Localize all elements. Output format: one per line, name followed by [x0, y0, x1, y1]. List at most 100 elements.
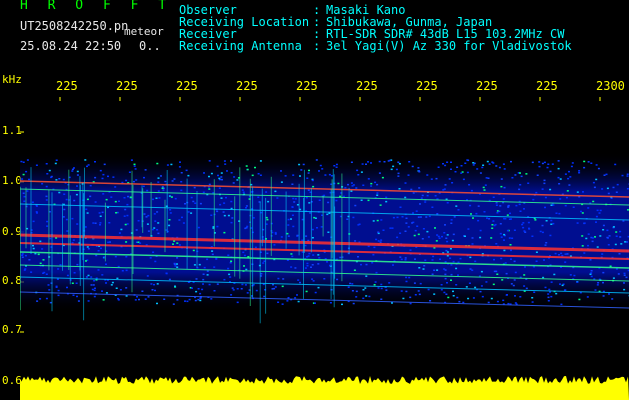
spectrum-speckle: [352, 302, 355, 305]
spectrum-speckle: [145, 216, 148, 218]
spectrum-speckle: [444, 261, 447, 263]
y-axis-unit: kHz: [2, 73, 22, 86]
spectrum-speckle: [157, 190, 160, 192]
spectrum-speckle: [434, 227, 436, 229]
spectrum-speckle: [449, 257, 452, 259]
spectrum-speckle: [421, 194, 424, 197]
spectrum-speckle: [300, 169, 303, 171]
spectrum-speckle: [241, 189, 244, 191]
spectrum-speckle: [76, 223, 79, 225]
spectrum-speckle: [435, 177, 438, 180]
spectrum-speckle: [578, 298, 581, 301]
spectrum-speckle: [389, 227, 392, 229]
spectrum-speckle: [98, 212, 101, 214]
spectrum-speckle: [467, 297, 470, 300]
spectrum-speckle: [541, 188, 544, 190]
spectrum-speckle: [542, 276, 545, 279]
spectrum-speckle: [557, 176, 560, 179]
spectrum-speckle: [143, 213, 146, 215]
spectrum-speckle: [22, 161, 25, 163]
spectrum-speckle: [21, 178, 24, 180]
spectrum-speckle: [560, 252, 563, 255]
spectrum-speckle: [220, 176, 223, 178]
spectrum-speckle: [597, 282, 600, 284]
spectrum-speckle: [527, 182, 530, 184]
spectrum-speckle: [291, 206, 294, 208]
spectrum-speckle: [431, 206, 434, 208]
spectrum-speckle: [451, 239, 454, 242]
spectrum-speckle: [157, 181, 160, 183]
spectrum-speckle: [547, 293, 550, 295]
spectrum-speckle: [259, 174, 262, 176]
spectrum-speckle: [472, 217, 474, 219]
spectrum-speckle: [499, 223, 502, 225]
spectrum-speckle: [550, 223, 553, 225]
spectrum-speckle: [385, 289, 388, 291]
spectrum-speckle: [484, 184, 487, 186]
spectrum-speckle: [180, 189, 183, 192]
spectrum-speckle: [452, 295, 455, 297]
spectrum-speckle: [164, 180, 167, 183]
spectrum-speckle: [144, 298, 147, 300]
spectrum-speckle: [151, 228, 154, 231]
spectrum-speckle: [178, 219, 181, 221]
spectrum-speckle: [128, 171, 131, 173]
spectrum-speckle: [578, 172, 581, 174]
spectrum-speckle: [590, 162, 593, 164]
spectrum-speckle: [84, 159, 87, 161]
spectrum-speckle: [230, 294, 233, 296]
spectrum-speckle: [243, 254, 246, 257]
spectrum-speckle: [199, 299, 202, 302]
spectrum-speckle: [623, 274, 626, 276]
spectrum-speckle: [547, 163, 550, 165]
spectrum-speckle: [136, 296, 138, 298]
spectrum-speckle: [503, 168, 506, 170]
spectrum-speckle: [471, 243, 474, 245]
spectrum-speckle: [197, 298, 200, 301]
spectrum-speckle: [193, 264, 196, 266]
spectrum-speckle: [400, 258, 403, 261]
spectrum-speckle: [329, 302, 332, 304]
spectrum-speckle: [594, 289, 597, 291]
spectrum-speckle: [500, 185, 503, 188]
spectrum-speckle: [350, 161, 353, 163]
spectrum-speckle: [488, 218, 491, 220]
spectrum-speckle: [624, 241, 627, 243]
spectrum-speckle: [541, 162, 544, 165]
spectrum-speckle: [86, 165, 88, 168]
spectrum-speckle: [313, 216, 316, 219]
spectrum-speckle: [149, 257, 152, 259]
spectrum-speckle: [89, 184, 92, 187]
spectrum-speckle: [462, 178, 465, 181]
spectrum-speckle: [444, 184, 447, 186]
spectrum-speckle: [411, 222, 414, 224]
spectrum-speckle: [504, 262, 507, 264]
spectrum-speckle: [625, 276, 628, 279]
spectrum-speckle: [522, 226, 525, 229]
spectrum-speckle: [245, 165, 248, 167]
spectrum-speckle: [361, 163, 364, 165]
spectrum-speckle: [336, 278, 339, 281]
spectrum-speckle: [146, 189, 149, 192]
spectrum-speckle: [243, 265, 245, 267]
antenna-key: Receiving Antenna: [179, 39, 302, 53]
spectrum-speckle: [294, 267, 297, 269]
spectrum-speckle: [362, 289, 365, 291]
spectrum-speckle: [480, 270, 483, 273]
spectrum-speckle: [536, 174, 539, 176]
spectrum-speckle: [426, 174, 429, 176]
spectrum-speckle: [414, 229, 417, 232]
spectrum-speckle: [92, 284, 95, 286]
spectrum-speckle: [112, 176, 115, 178]
spectrum-speckle: [560, 303, 563, 306]
spectrum-speckle: [561, 284, 564, 287]
spectrum-speckle: [519, 172, 521, 174]
x-tick-label: 225: [236, 79, 258, 93]
spectrum-speckle: [587, 244, 589, 247]
spectrum-speckle: [480, 285, 483, 287]
spectrum-speckle: [173, 262, 176, 265]
spectrum-speckle: [510, 160, 512, 163]
spectrum-speckle: [87, 274, 90, 277]
spectrum-speckle: [45, 195, 48, 198]
spectrum-speckle: [125, 269, 128, 272]
